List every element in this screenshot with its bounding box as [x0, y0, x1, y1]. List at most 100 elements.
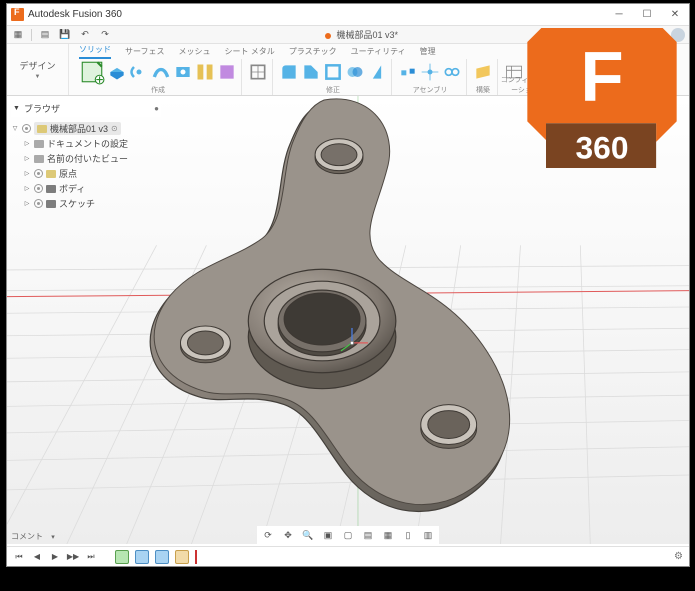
timeline-marker[interactable] — [195, 550, 197, 564]
timeline-end-button[interactable]: ⏭ — [85, 551, 97, 563]
tab-surface[interactable]: サーフェス — [125, 46, 165, 59]
extrude-button[interactable] — [107, 62, 127, 82]
timeline-feature-fillet[interactable] — [155, 550, 169, 564]
viewports-button[interactable]: ▥ — [421, 528, 435, 542]
titlebar: Autodesk Fusion 360 ─ ☐ ✕ — [7, 4, 689, 26]
grid-settings-button[interactable]: ▦ — [381, 528, 395, 542]
tab-solid[interactable]: ソリッド — [79, 44, 111, 59]
group-modify — [275, 59, 392, 95]
expand-icon[interactable]: ▷ — [23, 155, 31, 162]
settings-icon — [34, 140, 44, 148]
navigation-bar: ⟳ ✥ 🔍 ▣ ▢ ▤ ▦ ▯ ▥ — [257, 526, 439, 544]
timeline-feature-hole[interactable] — [175, 550, 189, 564]
timeline: ⏮ ◀ ▶ ▶▶ ⏭ ⚙ — [7, 546, 689, 566]
help-button[interactable]: ? — [651, 28, 665, 42]
data-panel-button[interactable]: ▦ — [11, 28, 25, 42]
notifications-button[interactable]: ⊕ — [631, 28, 645, 42]
timeline-feature-extrude[interactable] — [135, 550, 149, 564]
tab-utility[interactable]: ユーティリティ — [351, 46, 406, 59]
undo-button[interactable]: ↶ — [78, 28, 92, 42]
sweep-button[interactable] — [151, 62, 171, 82]
timeline-back-button[interactable]: ◀ — [31, 551, 43, 563]
display-settings-button[interactable]: ▤ — [361, 528, 375, 542]
timeline-feature-sketch[interactable] — [115, 550, 129, 564]
app-icon — [11, 8, 24, 21]
plane-button[interactable] — [473, 62, 493, 82]
timeline-settings-button[interactable]: ⚙ — [674, 551, 683, 562]
tree-node[interactable]: ▷ 原点 — [11, 166, 161, 181]
tree-node[interactable]: ▷ スケッチ — [11, 196, 161, 211]
new-tab-button[interactable]: ＋ — [611, 28, 625, 42]
shell-button[interactable] — [323, 62, 343, 82]
visibility-icon[interactable] — [34, 169, 43, 178]
browser-title: ブラウザ — [24, 102, 60, 115]
automate-button[interactable] — [248, 62, 268, 82]
measure-button[interactable] — [557, 62, 577, 82]
tree-node-label: スケッチ — [59, 197, 95, 210]
minimize-button[interactable]: ─ — [605, 4, 633, 25]
group-construct — [469, 59, 498, 95]
document-tab[interactable]: 機械部品01 v3* — [118, 28, 605, 41]
tab-mesh[interactable]: メッシュ — [179, 46, 211, 59]
workspace-switcher[interactable]: デザイン ▼ — [7, 44, 69, 95]
context-menu-icon[interactable]: ⊙ — [111, 124, 118, 133]
tab-manage[interactable]: 管理 — [420, 46, 436, 59]
emboss-button[interactable] — [217, 62, 237, 82]
tree-node[interactable]: ▷ 名前の付いたビュー — [11, 151, 161, 166]
pan-button[interactable]: ✥ — [281, 528, 295, 542]
unsaved-indicator-icon — [325, 33, 331, 39]
visibility-icon[interactable] — [34, 199, 43, 208]
config-table-button[interactable] — [504, 62, 524, 82]
tab-plastic[interactable]: プラスチック — [289, 46, 337, 59]
chevron-down-icon: ▼ — [13, 105, 20, 112]
draft-button[interactable] — [367, 62, 387, 82]
look-at-button[interactable]: ▢ — [341, 528, 355, 542]
expand-icon[interactable]: ▷ — [23, 140, 31, 147]
tree-node[interactable]: ▷ ボディ — [11, 181, 161, 196]
joint-button[interactable] — [398, 62, 418, 82]
rib-button[interactable] — [195, 62, 215, 82]
orbit-button[interactable]: ⟳ — [261, 528, 275, 542]
combine-button[interactable] — [345, 62, 365, 82]
origin-folder-icon — [46, 170, 56, 178]
joint-origin-button[interactable] — [420, 62, 440, 82]
bodies-folder-icon — [46, 185, 56, 193]
tree-node-label: 原点 — [59, 167, 77, 180]
tree-node[interactable]: ▷ ドキュメントの設定 — [11, 136, 161, 151]
file-menu-button[interactable]: ▤ — [38, 28, 52, 42]
redo-button[interactable]: ↷ — [98, 28, 112, 42]
zoom-button[interactable]: 🔍 — [301, 528, 315, 542]
expand-icon[interactable]: ▷ — [23, 170, 31, 177]
browser-panel: ▼ ブラウザ ● ▽ 機械部品01 v3 ⊙ ▷ ドキュメントの設定 ▷ — [11, 100, 161, 211]
snap-button[interactable]: ▯ — [401, 528, 415, 542]
visibility-icon[interactable] — [22, 124, 31, 133]
config-button[interactable] — [526, 62, 546, 82]
comments-label: コメント — [11, 532, 43, 541]
revolve-button[interactable] — [129, 62, 149, 82]
save-button[interactable]: 💾 — [58, 28, 72, 42]
motion-link-button[interactable] — [442, 62, 462, 82]
hole-button[interactable] — [173, 62, 193, 82]
expand-icon[interactable]: ▷ — [23, 185, 31, 192]
visibility-icon[interactable] — [34, 184, 43, 193]
expand-icon[interactable]: ▽ — [11, 125, 19, 132]
expand-icon[interactable]: ▷ — [23, 200, 31, 207]
pin-icon[interactable]: ● — [154, 104, 159, 113]
group-config — [500, 59, 551, 95]
fit-button[interactable]: ▣ — [321, 528, 335, 542]
tree-root[interactable]: ▽ 機械部品01 v3 ⊙ — [11, 121, 161, 136]
timeline-forward-button[interactable]: ▶▶ — [67, 551, 79, 563]
new-sketch-button[interactable] — [79, 59, 105, 85]
user-avatar[interactable] — [671, 28, 685, 42]
chamfer-button[interactable] — [301, 62, 321, 82]
tab-sheetmetal[interactable]: シート メタル — [225, 46, 275, 59]
timeline-play-button[interactable]: ▶ — [49, 551, 61, 563]
browser-header[interactable]: ▼ ブラウザ ● — [11, 100, 161, 117]
fillet-button[interactable] — [279, 62, 299, 82]
timeline-start-button[interactable]: ⏮ — [13, 551, 25, 563]
section-button[interactable] — [579, 62, 599, 82]
maximize-button[interactable]: ☐ — [633, 4, 661, 25]
views-folder-icon — [34, 155, 44, 163]
comments-toggle[interactable]: コメント ▾ — [11, 531, 55, 542]
close-button[interactable]: ✕ — [661, 4, 689, 25]
